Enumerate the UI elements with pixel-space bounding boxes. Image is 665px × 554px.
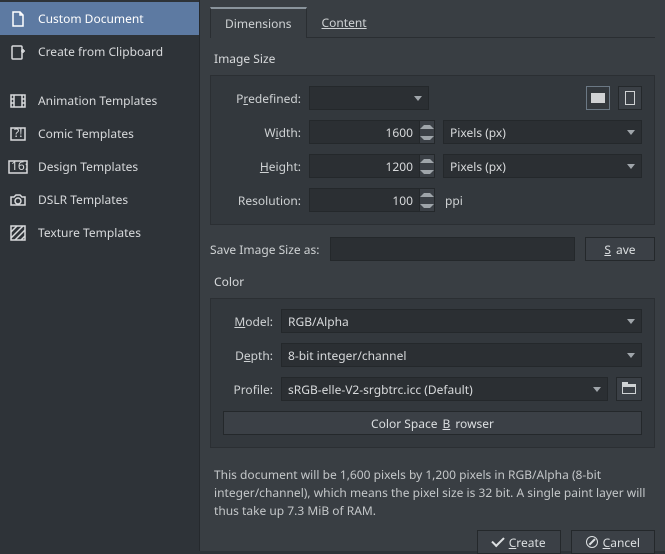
- height-spin[interactable]: [309, 154, 435, 178]
- save-as-label: Save Image Size as:: [210, 241, 320, 258]
- clipboard-add-icon: [8, 42, 28, 62]
- sidebar-item-label: DSLR Templates: [38, 191, 128, 208]
- sidebar-item-comic[interactable]: ?! Comic Templates: [0, 117, 199, 150]
- image-size-panel: Predefined: Width: Pixels (px) Height: P…: [210, 75, 655, 225]
- tab-dimensions[interactable]: Dimensions: [210, 7, 307, 38]
- orientation-portrait-button[interactable]: [618, 86, 642, 110]
- width-down[interactable]: [420, 132, 434, 143]
- resolution-spin[interactable]: [309, 188, 435, 212]
- height-unit-select[interactable]: Pixels (px): [443, 154, 642, 178]
- resolution-up[interactable]: [420, 189, 434, 200]
- camera-icon: [8, 190, 28, 210]
- sidebar-item-custom-document[interactable]: Custom Document: [0, 2, 199, 35]
- sidebar: Custom Document Create from Clipboard An…: [0, 0, 200, 551]
- cancel-icon: [586, 536, 598, 548]
- sidebar-item-label: Create from Clipboard: [38, 43, 163, 60]
- save-button[interactable]: Save: [585, 237, 655, 261]
- resolution-down[interactable]: [420, 200, 434, 211]
- width-up[interactable]: [420, 121, 434, 132]
- sidebar-item-design[interactable]: 16:10 Design Templates: [0, 150, 199, 183]
- resolution-input[interactable]: [309, 188, 419, 212]
- predefined-label: Predefined:: [223, 90, 301, 107]
- depth-select[interactable]: 8-bit integer/channel: [281, 343, 642, 367]
- document-summary: This document will be 1,600 pixels by 1,…: [214, 466, 651, 520]
- tab-content[interactable]: Content: [307, 7, 382, 38]
- color-panel: Model: RGB/Alpha Depth: 8-bit integer/ch…: [210, 298, 655, 448]
- profile-label: Profile:: [223, 381, 273, 398]
- height-label: Height:: [223, 158, 301, 175]
- chevron-down-icon: [593, 387, 601, 392]
- height-input[interactable]: [309, 154, 419, 178]
- profile-select[interactable]: sRGB-elle-V2-srgbtrc.icc (Default): [281, 377, 608, 401]
- create-button[interactable]: Create: [477, 530, 561, 554]
- film-icon: [8, 91, 28, 111]
- sidebar-item-label: Comic Templates: [38, 125, 134, 142]
- comic-icon: ?!: [8, 124, 28, 144]
- sidebar-item-clipboard[interactable]: Create from Clipboard: [0, 35, 199, 68]
- image-size-title: Image Size: [214, 50, 655, 67]
- tabs: Dimensions Content: [210, 6, 655, 38]
- chevron-down-icon: [627, 164, 635, 169]
- folder-icon: [622, 384, 636, 394]
- height-down[interactable]: [420, 166, 434, 177]
- width-spin[interactable]: [309, 120, 435, 144]
- model-select[interactable]: RGB/Alpha: [281, 309, 642, 333]
- height-up[interactable]: [420, 155, 434, 166]
- check-icon: [491, 534, 504, 547]
- sidebar-item-label: Texture Templates: [38, 224, 141, 241]
- portrait-icon: [625, 91, 635, 105]
- profile-browse-button[interactable]: [616, 377, 642, 401]
- document-icon: [8, 9, 28, 29]
- width-input[interactable]: [309, 120, 419, 144]
- sidebar-item-texture[interactable]: Texture Templates: [0, 216, 199, 249]
- orientation-landscape-button[interactable]: [586, 86, 610, 110]
- aspect-icon: 16:10: [8, 157, 28, 177]
- chevron-down-icon: [627, 130, 635, 135]
- width-label: Width:: [223, 124, 301, 141]
- sidebar-item-label: Design Templates: [38, 158, 138, 175]
- resolution-label: Resolution:: [223, 192, 301, 209]
- chevron-down-icon: [627, 353, 635, 358]
- resolution-unit: ppi: [443, 192, 463, 209]
- width-unit-select[interactable]: Pixels (px): [443, 120, 642, 144]
- footer: Create Cancel: [210, 530, 655, 554]
- chevron-down-icon: [414, 96, 422, 101]
- sidebar-item-label: Custom Document: [38, 10, 144, 27]
- predefined-select[interactable]: [309, 86, 429, 110]
- sidebar-item-label: Animation Templates: [38, 92, 157, 109]
- model-label: Model:: [223, 313, 273, 330]
- color-title: Color: [214, 273, 655, 290]
- svg-text:?!: ?!: [14, 125, 22, 141]
- save-name-input[interactable]: [330, 237, 575, 261]
- texture-icon: [8, 223, 28, 243]
- sidebar-item-dslr[interactable]: DSLR Templates: [0, 183, 199, 216]
- chevron-down-icon: [627, 319, 635, 324]
- depth-label: Depth:: [223, 347, 273, 364]
- cancel-button[interactable]: Cancel: [571, 530, 655, 554]
- landscape-icon: [591, 93, 605, 103]
- main-panel: Dimensions Content Image Size Predefined…: [200, 0, 665, 551]
- svg-text:16:10: 16:10: [11, 160, 28, 174]
- color-space-browser-button[interactable]: Color Space Browser: [223, 411, 642, 435]
- sidebar-item-animation[interactable]: Animation Templates: [0, 84, 199, 117]
